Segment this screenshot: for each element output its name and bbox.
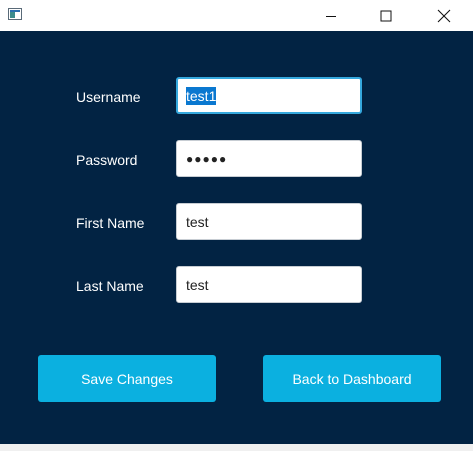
first-name-field[interactable]: test bbox=[176, 203, 362, 240]
password-field[interactable]: ●●●●● bbox=[176, 140, 362, 177]
save-changes-button[interactable]: Save Changes bbox=[38, 355, 216, 402]
username-label: Username bbox=[76, 89, 141, 105]
maximize-button[interactable] bbox=[363, 0, 409, 31]
back-to-dashboard-button[interactable]: Back to Dashboard bbox=[263, 355, 441, 402]
password-label: Password bbox=[76, 152, 138, 168]
first-name-label: First Name bbox=[76, 215, 145, 231]
window-bottom-edge bbox=[0, 444, 473, 451]
first-name-value: test bbox=[186, 213, 209, 230]
minimize-button[interactable] bbox=[308, 0, 354, 31]
minimize-icon bbox=[326, 15, 336, 17]
maximize-icon bbox=[380, 10, 392, 21]
app-icon bbox=[8, 8, 22, 20]
title-bar bbox=[0, 0, 473, 31]
username-value: test1 bbox=[186, 86, 217, 105]
last-name-label: Last Name bbox=[76, 278, 144, 294]
close-icon bbox=[437, 9, 451, 22]
close-button[interactable] bbox=[421, 0, 467, 31]
username-field[interactable]: test1 bbox=[176, 77, 362, 114]
last-name-value: test bbox=[186, 276, 209, 293]
password-value: ●●●●● bbox=[186, 151, 228, 166]
last-name-field[interactable]: test bbox=[176, 266, 362, 303]
